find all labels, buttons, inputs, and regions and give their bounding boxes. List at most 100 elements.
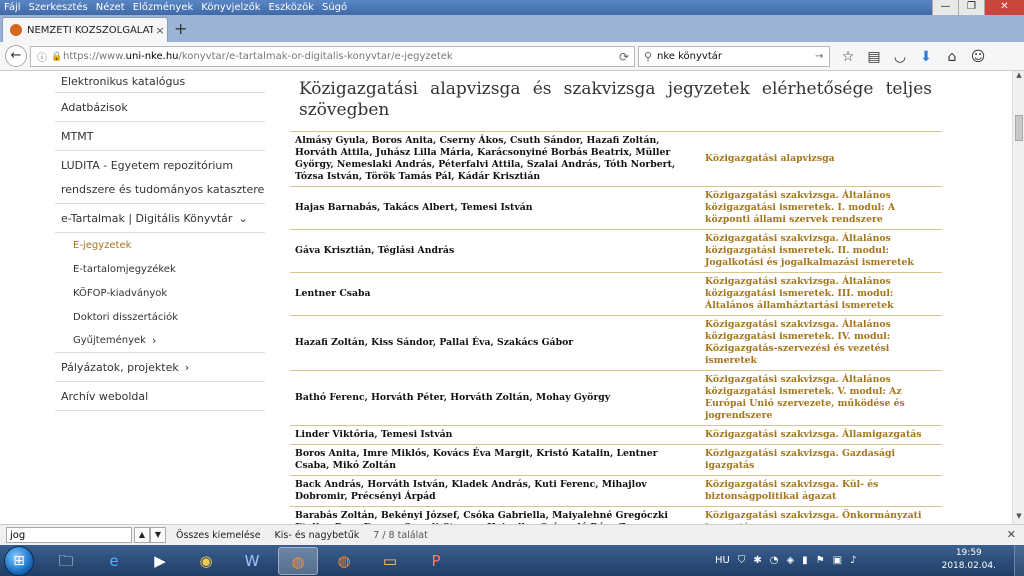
- taskbar-chrome-icon[interactable]: ◉: [186, 547, 226, 575]
- windows-taskbar: ⊞ 🗀 e ▶ ◉ W ◍ ◍ ▭ P HU ⛉ ✱ ◔ ◈ ▮ ⚑ ▣ ♪ 1…: [0, 545, 1024, 576]
- info-icon[interactable]: ⓘ: [37, 49, 51, 64]
- search-go-icon[interactable]: →: [815, 51, 829, 62]
- authors-cell: Linder Viktória, Temesi István: [290, 425, 699, 445]
- display-icon[interactable]: ▣: [833, 555, 842, 566]
- battery-icon[interactable]: ▮: [802, 555, 808, 566]
- notes-table: Almásy Gyula, Boros Anita, Cserny Ákos, …: [290, 132, 942, 524]
- sidebar-subitem-etartalomjegyzekek[interactable]: E-tartalomjegyzékek: [55, 257, 265, 281]
- sidebar-subitem-label: E-tartalomjegyzékek: [73, 263, 176, 275]
- sidebar-subitem-kofop[interactable]: KÖFOP-kiadványok: [55, 281, 265, 305]
- taskbar-firefox2-icon[interactable]: ◍: [324, 547, 364, 575]
- taskbar-folder-icon[interactable]: ▭: [370, 547, 410, 575]
- language-indicator[interactable]: HU: [715, 555, 730, 566]
- menu-edit[interactable]: Szerkesztés: [29, 0, 88, 15]
- table-row: Linder Viktória, Temesi István Közigazgat…: [290, 425, 942, 445]
- menu-history[interactable]: Előzmények: [133, 0, 194, 15]
- table-row: Bathó Ferenc, Horváth Péter, Horváth Zol…: [290, 370, 942, 426]
- note-link[interactable]: Közigazgatási szakvizsga. Államigazgatás: [699, 425, 942, 445]
- taskbar-explorer-icon[interactable]: 🗀: [46, 547, 86, 575]
- site-favicon-icon: [10, 24, 22, 36]
- show-desktop-button[interactable]: [1014, 545, 1024, 576]
- find-input[interactable]: [6, 527, 132, 543]
- back-button[interactable]: ←: [5, 45, 27, 67]
- sidebar-subitem-ejegyzetek[interactable]: E-jegyzetek: [55, 233, 265, 257]
- sidebar-subitem-disszertaciok[interactable]: Doktori disszertációk: [55, 305, 265, 329]
- taskbar-powerpoint-icon[interactable]: P: [416, 547, 456, 575]
- authors-cell: Gáva Krisztián, Téglási András: [290, 229, 699, 273]
- pocket-icon[interactable]: ◡: [890, 47, 910, 67]
- new-tab-button[interactable]: +: [174, 19, 187, 38]
- menu-bookmarks[interactable]: Könyvjelzők: [201, 0, 260, 15]
- sidebar-subitem-label: Gyűjtemények: [73, 335, 146, 346]
- menu-tools[interactable]: Eszközök: [268, 0, 314, 15]
- taskbar-word-icon[interactable]: W: [232, 547, 272, 575]
- bookmark-star-icon[interactable]: ☆: [838, 47, 858, 67]
- search-bar[interactable]: ⚲ →: [638, 46, 830, 67]
- find-next-button[interactable]: ▼: [150, 527, 166, 543]
- menu-file[interactable]: Fájl: [4, 0, 21, 15]
- url-bar[interactable]: ⓘ 🔒 https://www.uni-nke.hu/konyvtar/e-ta…: [30, 46, 635, 67]
- note-link[interactable]: Közigazgatási szakvizsga. Általános közi…: [699, 229, 942, 273]
- reading-list-icon[interactable]: ▤: [864, 47, 884, 67]
- chat-icon[interactable]: ☺: [968, 47, 988, 67]
- volume-icon[interactable]: ♪: [850, 555, 856, 566]
- arrow-left-icon: ←: [10, 48, 22, 63]
- highlight-all-toggle[interactable]: Összes kiemelése: [176, 530, 261, 541]
- chevron-right-icon: ›: [184, 360, 190, 374]
- taskbar-firefox-icon[interactable]: ◍: [278, 547, 318, 575]
- authors-cell: Hajas Barnabás, Takács Albert, Temesi Is…: [290, 186, 699, 230]
- note-link[interactable]: Közigazgatási szakvizsga. Gazdasági igaz…: [699, 444, 942, 476]
- taskbar-ie-icon[interactable]: e: [94, 547, 134, 575]
- home-icon[interactable]: ⌂: [942, 47, 962, 67]
- find-close-icon[interactable]: ✕: [1007, 528, 1016, 541]
- menu-view[interactable]: Nézet: [96, 0, 125, 15]
- restore-button[interactable]: ❐: [958, 0, 984, 15]
- reload-icon[interactable]: ⟳: [614, 50, 634, 64]
- note-link[interactable]: Közigazgatási szakvizsga. Általános közi…: [699, 186, 942, 230]
- lock-icon: 🔒: [51, 51, 63, 62]
- url-domain: uni-nke.hu: [125, 51, 179, 62]
- table-row: Hazafi Zoltán, Kiss Sándor, Pallai Éva, …: [290, 315, 942, 371]
- sidebar-subitem-gyujtemenyek[interactable]: Gyűjtemények ›: [55, 329, 265, 353]
- sidebar-item-archiv[interactable]: Archív weboldal: [55, 382, 265, 411]
- find-previous-button[interactable]: ▲: [134, 527, 150, 543]
- page-scrollbar[interactable]: ▲ ▼: [1012, 71, 1024, 524]
- note-link[interactable]: Közigazgatási szakvizsga. Általános közi…: [699, 315, 942, 371]
- bluetooth-icon[interactable]: ✱: [753, 555, 761, 566]
- note-link[interactable]: Közigazgatási szakvizsga. Önkormányzati …: [699, 506, 942, 524]
- note-link[interactable]: Közigazgatási alapvizsga: [699, 132, 942, 187]
- note-link[interactable]: Közigazgatási szakvizsga. Általános közi…: [699, 272, 942, 316]
- scroll-thumb[interactable]: [1015, 115, 1023, 141]
- sidebar-item-palyazatok[interactable]: Pályázatok, projektek ›: [55, 353, 265, 382]
- url-text[interactable]: https://www.uni-nke.hu/konyvtar/e-tartal…: [63, 51, 614, 62]
- browser-tab[interactable]: NEMZETI KÖZSZOLGÁLATI... ×: [2, 17, 168, 42]
- sidebar-item-ludita[interactable]: LUDITA - Egyetem repozitórium rendszere …: [55, 151, 265, 204]
- sidebar-item-catalog[interactable]: Elektronikus katalógus: [55, 71, 265, 93]
- search-input[interactable]: [657, 51, 815, 62]
- sidebar-item-databases[interactable]: Adatbázisok: [55, 93, 265, 122]
- tab-close-icon[interactable]: ×: [153, 24, 167, 37]
- sidebar-subitem-label: E-jegyzetek: [73, 239, 132, 251]
- sidebar-item-etartalmak[interactable]: e-Tartalmak | Digitális Könyvtár ⌄: [55, 204, 265, 233]
- match-case-toggle[interactable]: Kis- és nagybetűk: [275, 530, 360, 541]
- start-button[interactable]: ⊞: [4, 546, 34, 576]
- clock[interactable]: 19:59 2018.02.04.: [942, 547, 996, 573]
- menu-help[interactable]: Súgó: [322, 0, 347, 15]
- shield-icon[interactable]: ⛉: [738, 555, 746, 566]
- close-window-button[interactable]: ✕: [984, 0, 1024, 15]
- minimize-button[interactable]: —: [932, 0, 958, 15]
- tray-app-icon[interactable]: ◈: [786, 555, 794, 566]
- download-icon[interactable]: ⬇: [916, 47, 936, 67]
- scroll-up-icon[interactable]: ▲: [1013, 71, 1024, 83]
- chevron-right-icon: ›: [151, 334, 157, 347]
- note-link[interactable]: Közigazgatási szakvizsga. Kül- és bizton…: [699, 475, 942, 507]
- menu-list: Fájl Szerkesztés Nézet Előzmények Könyvj…: [4, 0, 347, 15]
- page-content: Elektronikus katalógus Adatbázisok MTMT …: [0, 71, 1024, 524]
- note-link[interactable]: Közigazgatási szakvizsga. Általános közi…: [699, 370, 942, 426]
- scroll-down-icon[interactable]: ▼: [1013, 512, 1024, 524]
- taskbar-media-icon[interactable]: ▶: [140, 547, 180, 575]
- table-row: Boros Anita, Imre Miklós, Kovács Éva Mar…: [290, 444, 942, 476]
- flag-icon[interactable]: ⚑: [816, 555, 825, 566]
- network-icon[interactable]: ◔: [770, 555, 779, 566]
- sidebar-item-mtmt[interactable]: MTMT: [55, 122, 265, 151]
